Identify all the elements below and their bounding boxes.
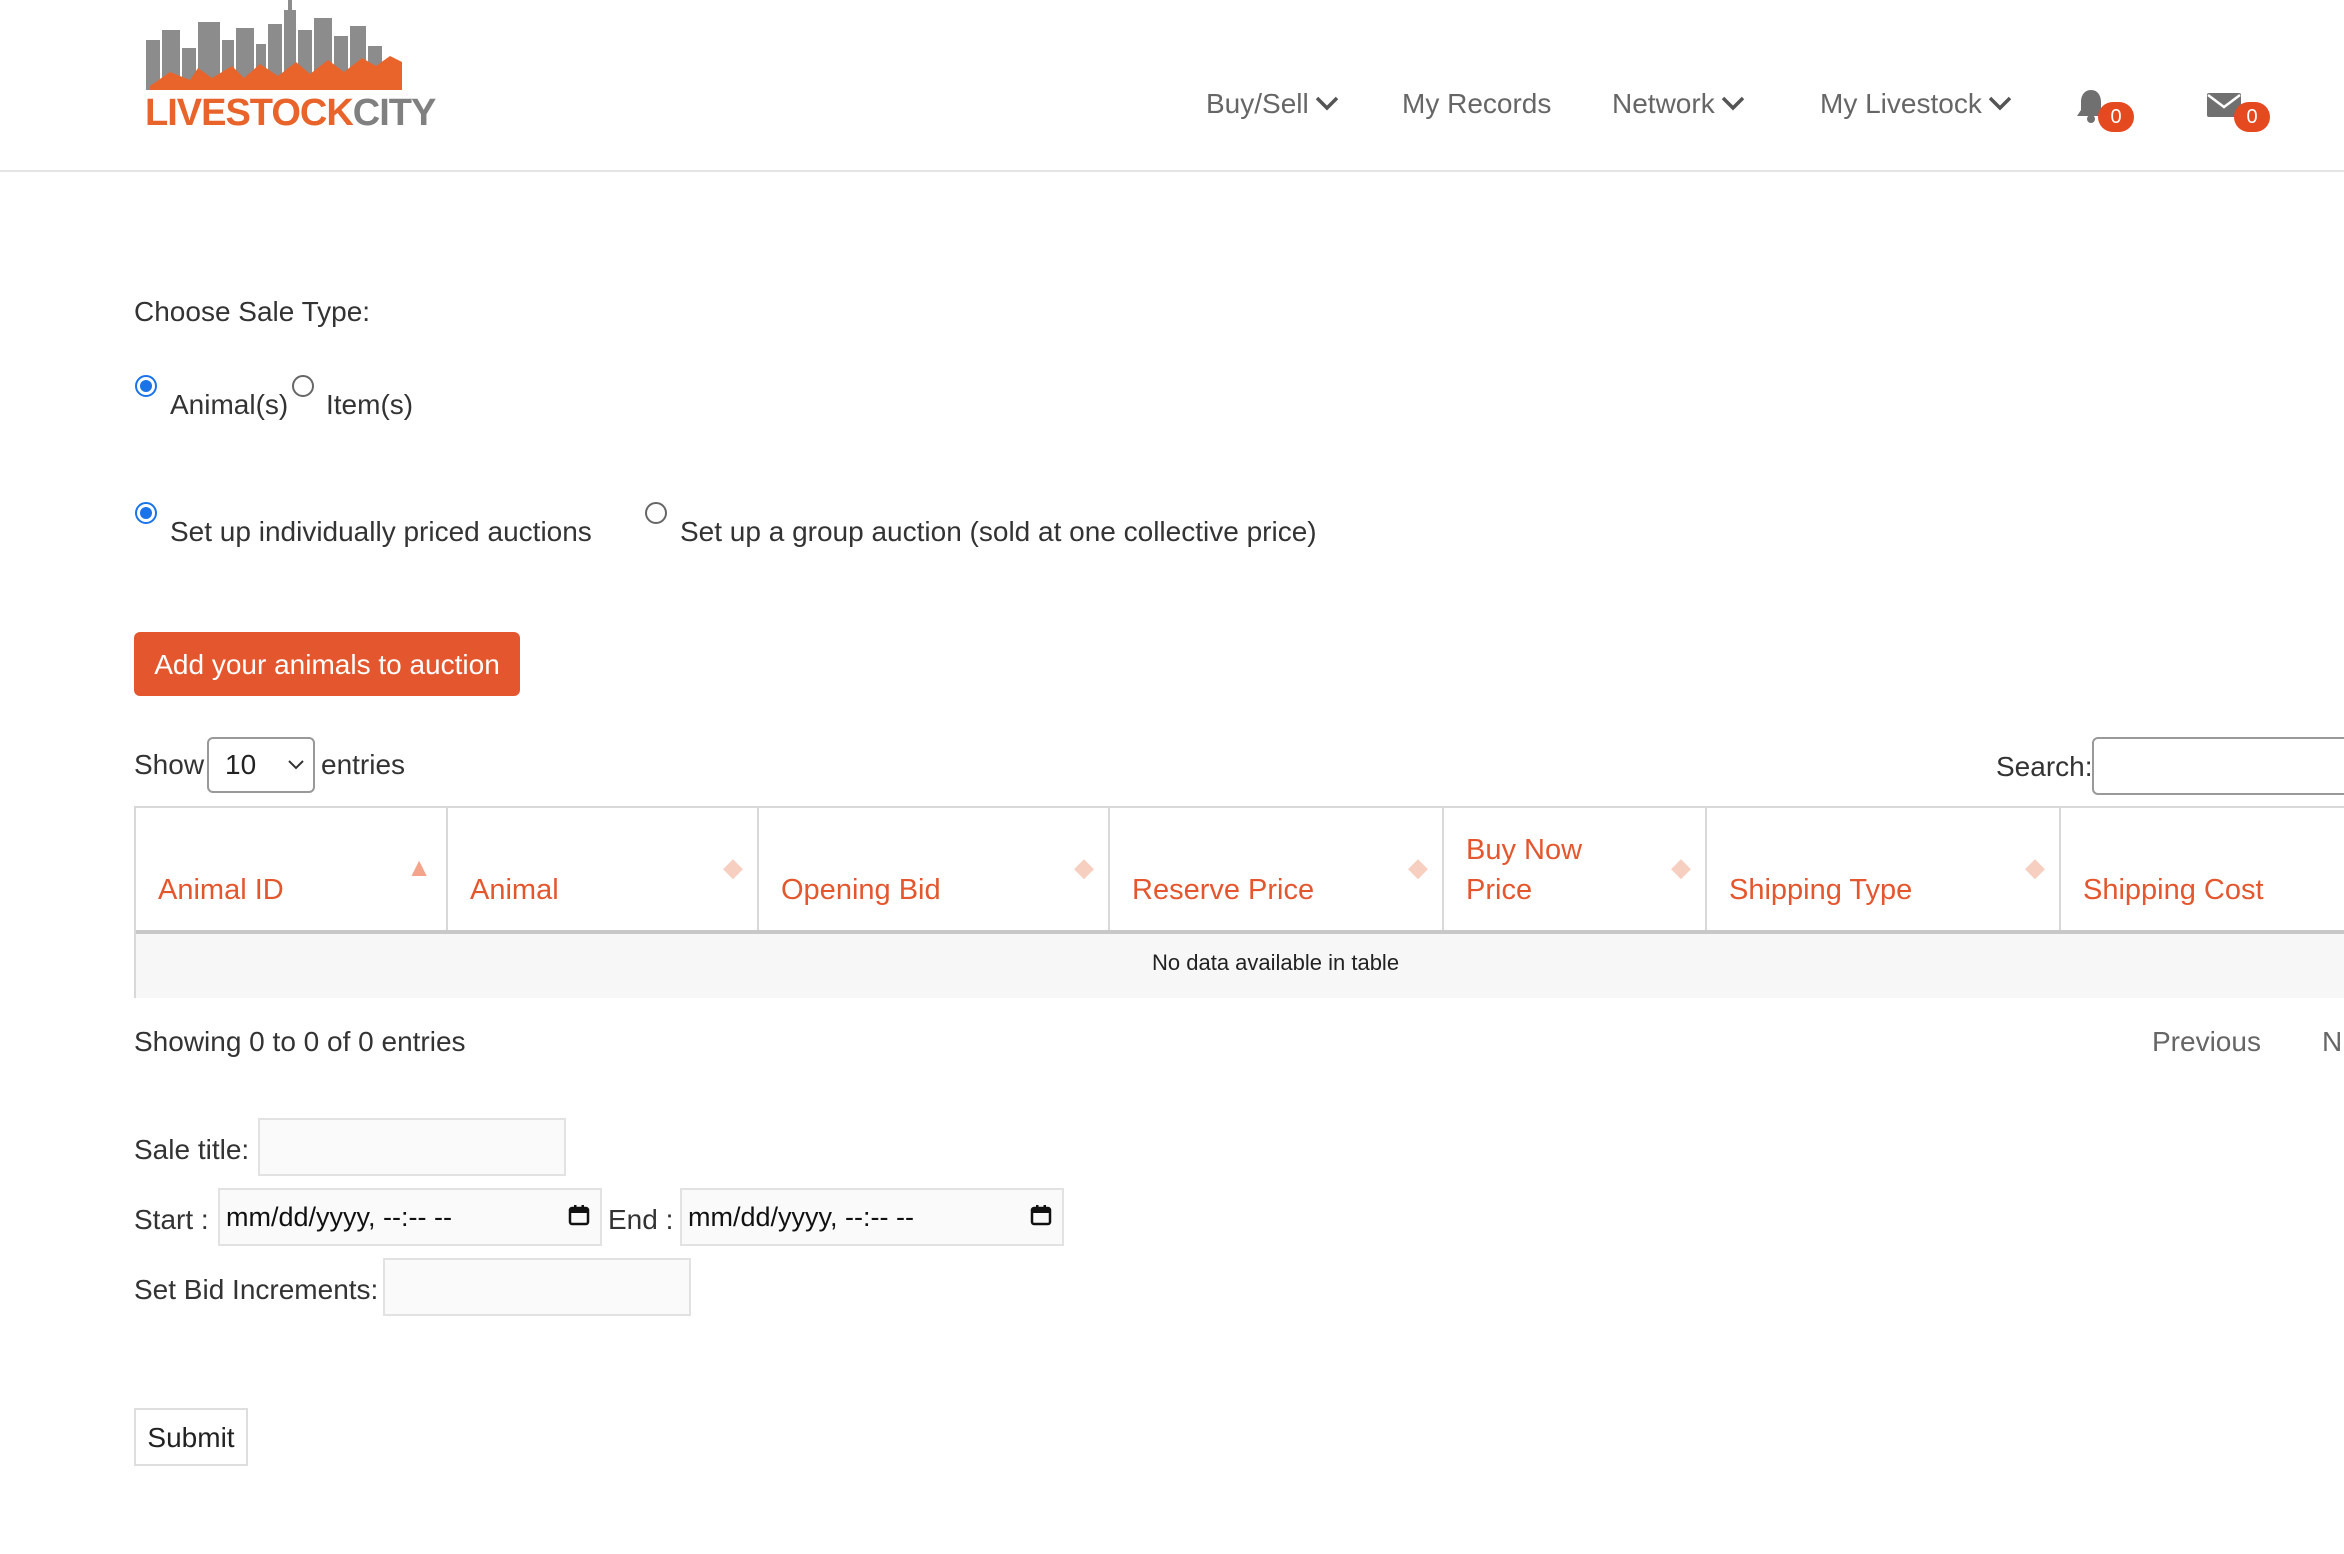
sale-type-heading: Choose Sale Type: — [134, 296, 371, 327]
column-header-label: Buy Now Price — [1466, 834, 1583, 906]
column-header-opening-bid[interactable]: Opening Bid ◆ — [759, 808, 1110, 932]
nav-my-records[interactable]: My Records — [1402, 88, 1551, 120]
nav-buy-sell-label: Buy/Sell — [1206, 88, 1309, 119]
column-header-label: Animal — [470, 874, 559, 906]
search-input[interactable] — [2092, 737, 2344, 795]
notifications-button[interactable]: 0 — [2074, 88, 2144, 132]
add-animals-button[interactable]: Add your animals to auction — [134, 632, 520, 696]
notification-count-badge: 0 — [2098, 102, 2134, 132]
column-header-buy-now-price[interactable]: Buy Now Price ◆ — [1444, 808, 1707, 932]
auction-animals-table: Animal ID ▲ Animal ◆ Opening Bid ◆ Reser… — [134, 806, 2344, 998]
sale-title-input[interactable] — [258, 1118, 566, 1176]
column-header-animal[interactable]: Animal ◆ — [448, 808, 759, 932]
column-header-shipping-cost[interactable]: Shipping Cost — [2061, 808, 2344, 932]
calendar-icon[interactable] — [1030, 1204, 1052, 1226]
sort-icon: ◆ — [723, 852, 743, 882]
sort-ascending-icon: ▲ — [406, 852, 432, 882]
sort-icon: ◆ — [1408, 852, 1428, 882]
end-datetime-value: mm/dd/yyyy, --:-- -- — [688, 1202, 914, 1232]
sort-icon: ◆ — [1074, 852, 1094, 882]
group-auction-radio[interactable] — [645, 502, 667, 524]
chevron-down-icon — [1721, 96, 1744, 111]
column-header-label: Animal ID — [158, 874, 284, 906]
column-header-reserve-price[interactable]: Reserve Price ◆ — [1110, 808, 1444, 932]
entries-label: entries — [321, 749, 406, 780]
nav-network[interactable]: Network — [1612, 88, 1745, 120]
nav-buy-sell[interactable]: Buy/Sell — [1206, 88, 1339, 120]
calendar-icon[interactable] — [568, 1204, 590, 1226]
group-auction-label[interactable]: Set up a group auction (sold at one coll… — [680, 516, 1317, 548]
table-empty-row: No data available in table — [136, 934, 2344, 998]
bid-increments-label: Set Bid Increments: — [134, 1274, 379, 1305]
end-datetime-input[interactable]: mm/dd/yyyy, --:-- -- — [680, 1188, 1064, 1246]
column-header-animal-id[interactable]: Animal ID ▲ — [136, 808, 448, 932]
entries-per-page-select[interactable]: 10 — [207, 737, 315, 793]
brand-wordmark: LIVESTOCKCITY — [145, 92, 436, 134]
table-empty-message: No data available in table — [1152, 950, 1400, 975]
chevron-down-icon — [1988, 96, 2012, 111]
show-entries-label: Show — [134, 749, 205, 780]
column-header-label: Shipping Cost — [2083, 874, 2264, 906]
sort-icon: ◆ — [1671, 852, 1691, 882]
previous-page-button[interactable]: Previous — [2152, 1026, 2261, 1058]
bid-increments-input[interactable] — [383, 1258, 691, 1316]
start-datetime-value: mm/dd/yyyy, --:-- -- — [226, 1202, 452, 1232]
column-header-label: Reserve Price — [1132, 874, 1315, 906]
nav-my-records-label: My Records — [1402, 88, 1552, 119]
message-count-badge: 0 — [2234, 102, 2270, 132]
chevron-down-icon — [1315, 96, 1338, 111]
start-datetime-input[interactable]: mm/dd/yyyy, --:-- -- — [218, 1188, 602, 1246]
column-header-shipping-type[interactable]: Shipping Type ◆ — [1707, 808, 2061, 932]
sale-type-animals-radio[interactable] — [135, 375, 157, 397]
start-label: Start : — [134, 1204, 209, 1235]
sale-type-items-label[interactable]: Item(s) — [326, 389, 413, 421]
sort-icon: ◆ — [2025, 852, 2045, 882]
table-info: Showing 0 to 0 of 0 entries — [134, 1026, 466, 1057]
individual-auction-radio[interactable] — [135, 502, 157, 524]
column-header-label: Shipping Type — [1729, 874, 1913, 906]
sale-title-label: Sale title: — [134, 1134, 250, 1165]
sale-type-items-radio[interactable] — [292, 375, 314, 397]
sale-type-animals-label[interactable]: Animal(s) — [170, 389, 288, 421]
top-header: LIVESTOCKCITY Buy/Sell My Records Networ… — [0, 0, 2344, 172]
column-header-label: Opening Bid — [781, 874, 941, 906]
nav-my-livestock[interactable]: My Livestock — [1820, 88, 2012, 120]
submit-button[interactable]: Submit — [134, 1408, 248, 1466]
next-page-button[interactable]: N — [2322, 1026, 2342, 1058]
nav-my-livestock-label: My Livestock — [1820, 88, 1982, 119]
entries-per-page-value: 10 — [225, 749, 257, 780]
chevron-down-icon — [288, 760, 304, 770]
individual-auction-label[interactable]: Set up individually priced auctions — [170, 516, 592, 548]
end-label: End : — [608, 1204, 674, 1235]
nav-network-label: Network — [1612, 88, 1715, 119]
search-label: Search: — [1996, 751, 2093, 782]
messages-button[interactable]: 0 — [2204, 88, 2274, 132]
